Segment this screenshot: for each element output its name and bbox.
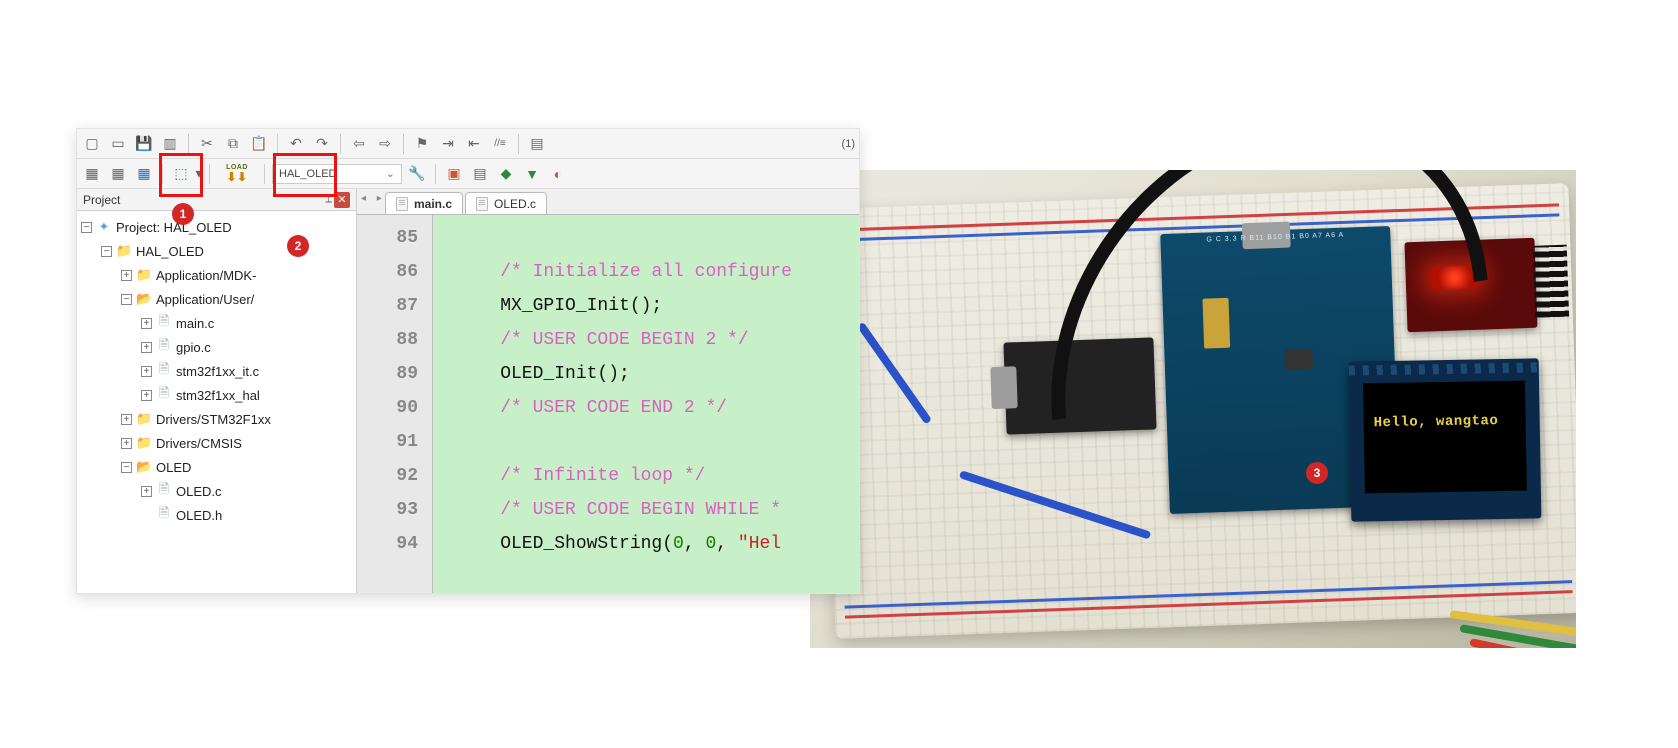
tree-file-label: OLED.c <box>176 484 222 499</box>
tree-file[interactable]: +🗎 main.c <box>77 311 356 335</box>
tab-main-c[interactable]: main.c <box>385 192 463 214</box>
editor-tabbar: main.c OLED.c <box>357 189 859 215</box>
debug-icon[interactable]: ◐ <box>547 163 569 185</box>
toolbar-row-2: ▦ ▦ ▦ ⬚ ▾ LOAD ⬇⬇ HAL_OLED ⌄ 🔧 ▣ ▤ ◆ ▼ ◐ <box>77 159 859 189</box>
tree-folder[interactable]: +📁 Drivers/STM32F1xx <box>77 407 356 431</box>
file-icon <box>396 197 408 211</box>
project-panel-title: Project <box>83 193 120 207</box>
tree-file-label: main.c <box>176 316 214 331</box>
annotation-badge-1: 1 <box>172 203 194 225</box>
tree-folder-label: Drivers/CMSIS <box>156 436 242 451</box>
tab-label: main.c <box>414 197 452 211</box>
ide-window: ▢ ▭ 💾 ▥ ✂ ⧉ 📋 ↶ ↷ ⇦ ⇨ ⚑ ⇥ ⇤ //≡ ▤ (1) ▦ … <box>76 128 860 594</box>
redo-icon[interactable]: ↷ <box>311 133 333 155</box>
tree-file[interactable]: +🗎 gpio.c <box>77 335 356 359</box>
tree-folder-label: Drivers/STM32F1xx <box>156 412 271 427</box>
tree-folder[interactable]: −📂 Application/User/ <box>77 287 356 311</box>
code-editor[interactable]: 85868788899091929394 /* Initialize all c… <box>357 215 859 593</box>
tree-target[interactable]: −📁 HAL_OLED <box>77 239 356 263</box>
indent-icon[interactable]: ⇥ <box>437 133 459 155</box>
tree-file[interactable]: 🗎 OLED.h <box>77 503 356 527</box>
translate-icon[interactable]: ▦ <box>81 163 103 185</box>
rebuild-icon[interactable]: ▦ <box>133 163 155 185</box>
find-icon[interactable]: ▤ <box>526 133 548 155</box>
save-all-icon[interactable]: ▥ <box>159 133 181 155</box>
pack-installer-icon[interactable]: ◆ <box>495 163 517 185</box>
save-icon[interactable]: 💾 <box>133 133 155 155</box>
tree-folder-label: OLED <box>156 460 191 475</box>
tree-file[interactable]: +🗎 stm32f1xx_hal <box>77 383 356 407</box>
nav-back-icon[interactable]: ⇦ <box>348 133 370 155</box>
tree-file-label: OLED.h <box>176 508 222 523</box>
target-selector[interactable]: HAL_OLED ⌄ <box>272 164 402 184</box>
header-pins <box>1533 245 1569 318</box>
paste-icon[interactable]: 📋 <box>248 133 270 155</box>
annotation-badge-3: 3 <box>1306 462 1328 484</box>
tree-folder[interactable]: +📁 Drivers/CMSIS <box>77 431 356 455</box>
books-icon[interactable]: ▤ <box>469 163 491 185</box>
tree-folder[interactable]: +📁 Application/MDK- <box>77 263 356 287</box>
dropdown-caret-icon[interactable]: ▾ <box>196 163 202 185</box>
tree-file[interactable]: +🗎 OLED.c <box>77 479 356 503</box>
download-button[interactable]: LOAD ⬇⬇ <box>217 163 257 185</box>
tree-folder-label: Application/MDK- <box>156 268 256 283</box>
undo-icon[interactable]: ↶ <box>285 133 307 155</box>
nav-fwd-icon[interactable]: ⇨ <box>374 133 396 155</box>
tree-target-label: HAL_OLED <box>136 244 204 259</box>
tree-root-label: Project: HAL_OLED <box>116 220 232 235</box>
project-tree[interactable]: −✦ Project: HAL_OLED −📁 HAL_OLED +📁 Appl… <box>77 211 357 593</box>
batch-build-icon[interactable]: ⬚ <box>170 163 192 185</box>
cut-icon[interactable]: ✂ <box>196 133 218 155</box>
open-icon[interactable]: ▭ <box>107 133 129 155</box>
tree-file-label: stm32f1xx_hal <box>176 388 260 403</box>
manage-rte-icon[interactable]: ▣ <box>443 163 465 185</box>
build-icon[interactable]: ▦ <box>107 163 129 185</box>
tab-label: OLED.c <box>494 197 536 211</box>
hardware-photo: G C 3.3 R B11 B10 B1 B0 A7 A6 A Hello, w… <box>810 170 1576 648</box>
project-panel-header: Project ⟂ ✕ <box>77 189 357 211</box>
annotation-badge-2: 2 <box>287 235 309 257</box>
tab-oled-c[interactable]: OLED.c <box>465 192 547 214</box>
tree-folder[interactable]: −📂 OLED <box>77 455 356 479</box>
pin-icon[interactable]: ⟂ <box>325 194 332 205</box>
tree-folder-label: Application/User/ <box>156 292 254 307</box>
comment-icon[interactable]: //≡ <box>489 133 511 155</box>
tree-file-label: stm32f1xx_it.c <box>176 364 259 379</box>
target-name: HAL_OLED <box>279 168 336 180</box>
tree-file[interactable]: +🗎 stm32f1xx_it.c <box>77 359 356 383</box>
tree-file-label: gpio.c <box>176 340 211 355</box>
outdent-icon[interactable]: ⇤ <box>463 133 485 155</box>
config-icon[interactable]: ▼ <box>521 163 543 185</box>
status-count: (1) <box>842 138 855 150</box>
bookmark-icon[interactable]: ⚑ <box>411 133 433 155</box>
copy-icon[interactable]: ⧉ <box>222 133 244 155</box>
tree-root[interactable]: −✦ Project: HAL_OLED <box>77 215 356 239</box>
file-icon <box>476 197 488 211</box>
new-icon[interactable]: ▢ <box>81 133 103 155</box>
code-content: /* Initialize all configure MX_GPIO_Init… <box>433 215 792 593</box>
target-options-icon[interactable]: 🔧 <box>406 163 428 185</box>
load-icon: LOAD ⬇⬇ <box>226 164 248 183</box>
toolbar-row-1: ▢ ▭ 💾 ▥ ✂ ⧉ 📋 ↶ ↷ ⇦ ⇨ ⚑ ⇥ ⇤ //≡ ▤ (1) <box>77 129 859 159</box>
close-panel-button[interactable]: ✕ <box>334 192 350 208</box>
line-number-gutter: 85868788899091929394 <box>357 215 433 593</box>
